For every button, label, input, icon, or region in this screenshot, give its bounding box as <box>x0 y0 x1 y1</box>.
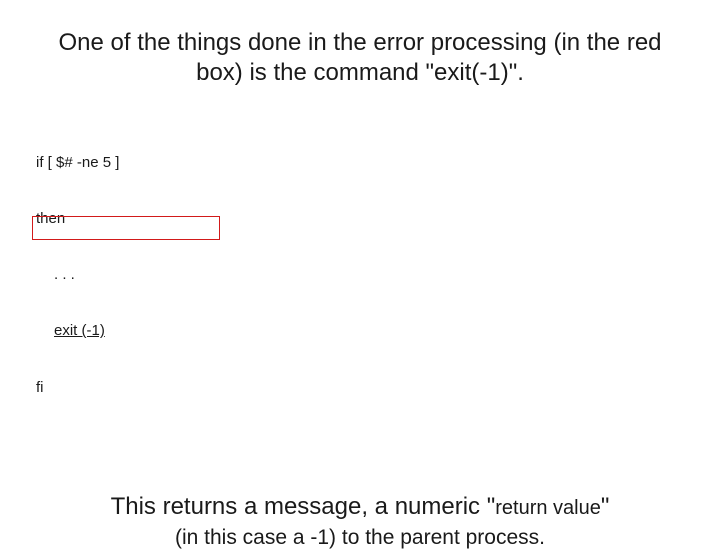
code-block: if [ $# -ne 5 ] then . . . exit (-1) fi <box>36 116 690 435</box>
slide: One of the things done in the error proc… <box>0 0 720 540</box>
code-line-1: if [ $# -ne 5 ] <box>36 154 690 173</box>
code-line-5: fi <box>36 379 690 398</box>
code-line-3: . . . <box>36 266 690 285</box>
explanation-return-value: return value <box>495 497 601 519</box>
explanation-line1-c: " <box>601 493 610 520</box>
red-highlight-box <box>32 216 220 240</box>
explanation-paragraph: This returns a message, a numeric "retur… <box>30 491 690 551</box>
explanation-line2: (in this case a -1) to the parent proces… <box>30 524 690 551</box>
intro-paragraph: One of the things done in the error proc… <box>40 28 680 88</box>
explanation-line1-a: This returns a message, a numeric " <box>111 493 496 520</box>
code-line-4: exit (-1) <box>36 322 690 341</box>
